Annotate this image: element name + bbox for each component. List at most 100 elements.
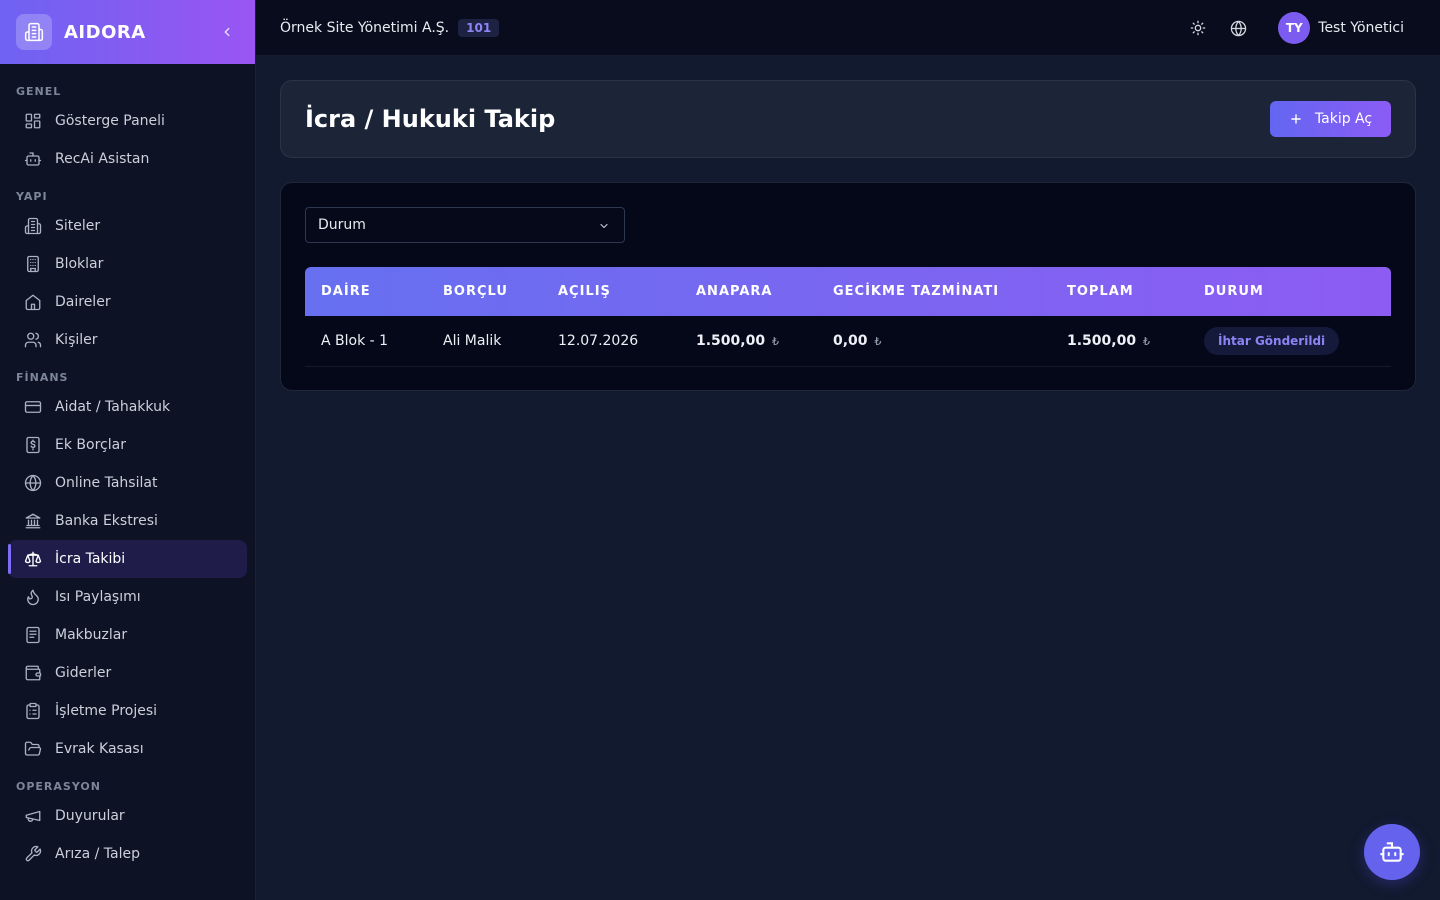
- sidebar-item-isi-paylasimi[interactable]: Isı Paylaşımı: [8, 578, 247, 616]
- sidebar-item-label: Giderler: [55, 665, 112, 681]
- enforcement-table: DAİRE BORÇLU AÇILIŞ ANAPARA GECİKME TAZM…: [305, 267, 1391, 367]
- avatar[interactable]: TY: [1278, 12, 1311, 44]
- sidebar-item-label: Aidat / Tahakkuk: [55, 399, 171, 415]
- wallet-icon: [25, 665, 42, 681]
- globe-icon: [24, 474, 42, 492]
- section-label-yapi: YAPI: [16, 190, 48, 203]
- sidebar-item-online-tahsilat[interactable]: Online Tahsilat: [8, 464, 247, 502]
- cell-borclu: Ali Malik: [427, 316, 542, 367]
- sidebar-item-evrak-kasasi[interactable]: Evrak Kasası: [8, 730, 247, 768]
- megaphone-icon: [25, 810, 41, 822]
- sidebar-item-label: Online Tahsilat: [55, 475, 158, 491]
- column-header-gecikme[interactable]: GECİKME TAZMİNATI: [817, 267, 1051, 316]
- sidebar-item-kisiler[interactable]: Kişiler: [8, 321, 247, 359]
- amount-value: 0,00: [833, 333, 868, 349]
- sidebar-item-label: Daireler: [55, 294, 111, 310]
- sidebar-item-label: Gösterge Paneli: [55, 113, 165, 129]
- sidebar-item-giderler[interactable]: Giderler: [8, 654, 247, 692]
- home-icon: [25, 294, 41, 311]
- chevron-down-icon: [600, 223, 608, 229]
- wrench-icon: [25, 845, 42, 862]
- topbar-actions: TY Test Yönetici: [1184, 0, 1404, 56]
- sidebar-item-makbuzlar[interactable]: Makbuzlar: [8, 616, 247, 654]
- dollar-receipt-icon: [26, 436, 40, 454]
- page-title: İcra / Hukuki Takip: [305, 105, 556, 133]
- column-header-acilis[interactable]: AÇILIŞ: [542, 267, 680, 316]
- organization-name[interactable]: Örnek Site Yönetimi A.Ş.: [280, 20, 449, 36]
- sidebar-item-isletme-projesi[interactable]: İşletme Projesi: [8, 692, 247, 730]
- column-header-toplam[interactable]: TOPLAM: [1051, 267, 1188, 316]
- status-filter-select[interactable]: Durum: [305, 207, 625, 243]
- sidebar-item-aidat[interactable]: Aidat / Tahakkuk: [8, 388, 247, 426]
- globe-icon: [1230, 20, 1246, 36]
- sidebar-nav: GENEL Gösterge Paneli RecAi Asistan YAPI…: [0, 82, 255, 873]
- credit-card-icon: [24, 401, 42, 413]
- column-header-daire[interactable]: DAİRE: [305, 267, 427, 316]
- sidebar-item-label: Makbuzlar: [55, 627, 128, 643]
- table-row[interactable]: A Blok - 1 Ali Malik 12.07.2026 1.500,00…: [305, 316, 1391, 367]
- organization-badge: 101: [458, 18, 500, 37]
- sidebar-item-ariza-talep[interactable]: Arıza / Talep: [8, 835, 247, 873]
- sidebar-item-icra-takibi[interactable]: İcra Takibi: [8, 540, 247, 578]
- open-case-label: Takip Aç: [1314, 111, 1373, 127]
- sidebar-item-label: Evrak Kasası: [55, 741, 144, 757]
- bank-icon: [25, 513, 41, 529]
- cell-anapara: 1.500,00 ₺: [680, 316, 817, 367]
- receipt-icon: [26, 626, 40, 644]
- sidebar-item-label: Ek Borçlar: [55, 437, 126, 453]
- section-label-finans: FİNANS: [16, 371, 69, 384]
- cell-toplam: 1.500,00 ₺: [1051, 316, 1188, 367]
- sidebar-item-label: Kişiler: [55, 332, 98, 348]
- currency-symbol: ₺: [771, 335, 779, 348]
- cell-acilis: 12.07.2026: [542, 316, 680, 367]
- theme-toggle-button[interactable]: [1184, 14, 1212, 42]
- sidebar-item-banka-ekstresi[interactable]: Banka Ekstresi: [8, 502, 247, 540]
- cell-daire: A Blok - 1: [305, 316, 427, 367]
- plus-icon: [1291, 114, 1301, 124]
- cell-gecikme: 0,00 ₺: [817, 316, 1051, 367]
- sidebar-item-daireler[interactable]: Daireler: [8, 283, 247, 321]
- chevron-left-icon: [224, 27, 230, 37]
- brand-name: AIDORA: [64, 21, 146, 43]
- sidebar: AIDORA GENEL Gösterge Paneli RecAi Asist…: [0, 0, 256, 900]
- sidebar-item-label: Bloklar: [55, 256, 104, 272]
- language-button[interactable]: [1224, 14, 1252, 42]
- user-name[interactable]: Test Yönetici: [1318, 20, 1404, 36]
- users-icon: [24, 332, 42, 348]
- sidebar-item-label: Arıza / Talep: [55, 846, 140, 862]
- collapse-sidebar-button[interactable]: [217, 22, 237, 42]
- column-header-anapara[interactable]: ANAPARA: [680, 267, 817, 316]
- bot-icon: [1380, 842, 1404, 862]
- sidebar-item-label: Banka Ekstresi: [55, 513, 158, 529]
- table-header-row: DAİRE BORÇLU AÇILIŞ ANAPARA GECİKME TAZM…: [305, 267, 1391, 316]
- sidebar-item-label: Isı Paylaşımı: [55, 589, 141, 605]
- cell-durum: İhtar Gönderildi: [1188, 316, 1391, 367]
- sidebar-item-duyurular[interactable]: Duyurular: [8, 797, 247, 835]
- folder-open-icon: [24, 741, 42, 756]
- column-header-borclu[interactable]: BORÇLU: [427, 267, 542, 316]
- assistant-fab-button[interactable]: [1364, 824, 1420, 880]
- sidebar-item-siteler[interactable]: Siteler: [8, 207, 247, 245]
- building-logo-icon: [16, 14, 52, 50]
- open-case-button[interactable]: Takip Aç: [1270, 101, 1391, 137]
- status-badge: İhtar Gönderildi: [1204, 327, 1340, 355]
- sidebar-item-label: Siteler: [55, 218, 101, 234]
- clipboard-icon: [26, 702, 40, 720]
- flame-icon: [27, 589, 39, 606]
- dashboard-icon: [25, 113, 41, 129]
- currency-symbol: ₺: [874, 335, 882, 348]
- page-header-card: İcra / Hukuki Takip Takip Aç: [280, 80, 1416, 158]
- sidebar-item-dashboard[interactable]: Gösterge Paneli: [8, 102, 247, 140]
- amount-value: 1.500,00: [696, 333, 766, 349]
- sidebar-item-label: RecAi Asistan: [55, 151, 150, 167]
- apartment-block-icon: [27, 255, 39, 273]
- sidebar-item-recai[interactable]: RecAi Asistan: [8, 140, 247, 178]
- sidebar-item-label: İcra Takibi: [55, 551, 126, 567]
- sun-icon: [1190, 20, 1206, 36]
- column-header-durum[interactable]: DURUM: [1188, 267, 1391, 316]
- sidebar-item-ek-borclar[interactable]: Ek Borçlar: [8, 426, 247, 464]
- bot-icon: [24, 152, 42, 166]
- status-filter-value: Durum: [318, 217, 366, 233]
- sidebar-item-bloklar[interactable]: Bloklar: [8, 245, 247, 283]
- sidebar-item-label: Duyurular: [55, 808, 125, 824]
